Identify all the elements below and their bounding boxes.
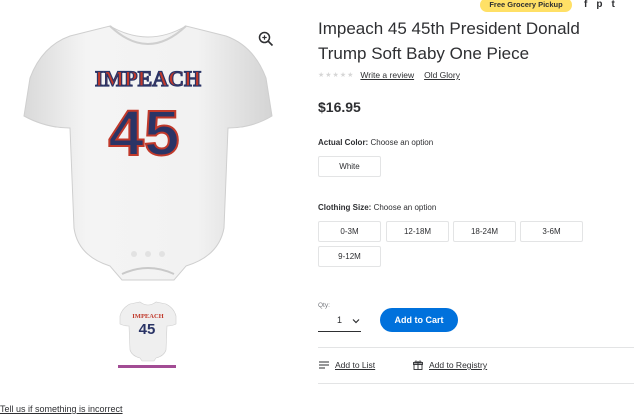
divider — [318, 383, 634, 384]
add-to-list-button[interactable]: Add to List — [319, 360, 375, 370]
product-price: $16.95 — [318, 99, 361, 115]
size-option-3-6m[interactable]: 3-6M — [520, 221, 583, 242]
size-option-12-18m[interactable]: 12-18M — [386, 221, 449, 242]
onesie-print-number: 45 — [108, 97, 179, 169]
share-icons: f p t — [584, 0, 615, 10]
facebook-icon[interactable]: f — [584, 0, 587, 10]
color-label: Actual Color: — [318, 138, 369, 147]
quantity-label: Qty: — [318, 302, 330, 309]
gift-icon — [413, 360, 423, 370]
thumbnail-selected-indicator — [118, 365, 176, 368]
color-option-label: Actual Color: Choose an option — [318, 138, 433, 147]
product-main-image[interactable]: IMPEACH 45 — [14, 18, 282, 290]
rating-stars-icon: ★★★★★ — [318, 72, 355, 79]
size-option-9-12m[interactable]: 9-12M — [318, 246, 381, 267]
twitter-icon[interactable]: t — [611, 0, 614, 10]
color-prompt: Choose an option — [370, 138, 434, 147]
onesie-print-word: IMPEACH — [95, 66, 201, 91]
size-option-label: Clothing Size: Choose an option — [318, 203, 436, 212]
brand-link[interactable]: Old Glory — [424, 70, 460, 80]
size-label: Clothing Size: — [318, 203, 372, 212]
rating-row: ★★★★★ Write a review Old Glory — [318, 70, 470, 80]
report-incorrect-link[interactable]: Tell us if something is incorrect — [0, 404, 123, 414]
thumb-print-number: 45 — [139, 321, 156, 338]
color-option-white[interactable]: White — [318, 156, 381, 177]
add-to-registry-label: Add to Registry — [429, 360, 488, 370]
write-review-link[interactable]: Write a review — [360, 70, 414, 80]
quantity-value: 1 — [337, 315, 343, 325]
list-icon — [319, 361, 329, 369]
zoom-icon[interactable] — [258, 31, 274, 47]
pinterest-icon[interactable]: p — [596, 0, 602, 10]
size-prompt: Choose an option — [373, 203, 437, 212]
add-to-list-label: Add to List — [335, 360, 376, 370]
add-to-cart-button[interactable]: Add to Cart — [380, 308, 458, 332]
thumb-print-word: IMPEACH — [132, 313, 163, 320]
chevron-down-icon — [352, 319, 360, 324]
add-to-registry-button[interactable]: Add to Registry — [413, 360, 487, 370]
quantity-select[interactable]: 1 — [318, 311, 361, 332]
divider — [318, 347, 634, 348]
product-thumbnail[interactable]: IMPEACH 45 — [118, 300, 178, 362]
product-title: Impeach 45 45th President Donald Trump S… — [318, 19, 580, 63]
onesie-image: IMPEACH 45 — [23, 25, 273, 281]
size-option-0-3m[interactable]: 0-3M — [318, 221, 381, 242]
size-option-18-24m[interactable]: 18-24M — [453, 221, 516, 242]
free-pickup-badge: Free Grocery Pickup — [480, 0, 572, 12]
